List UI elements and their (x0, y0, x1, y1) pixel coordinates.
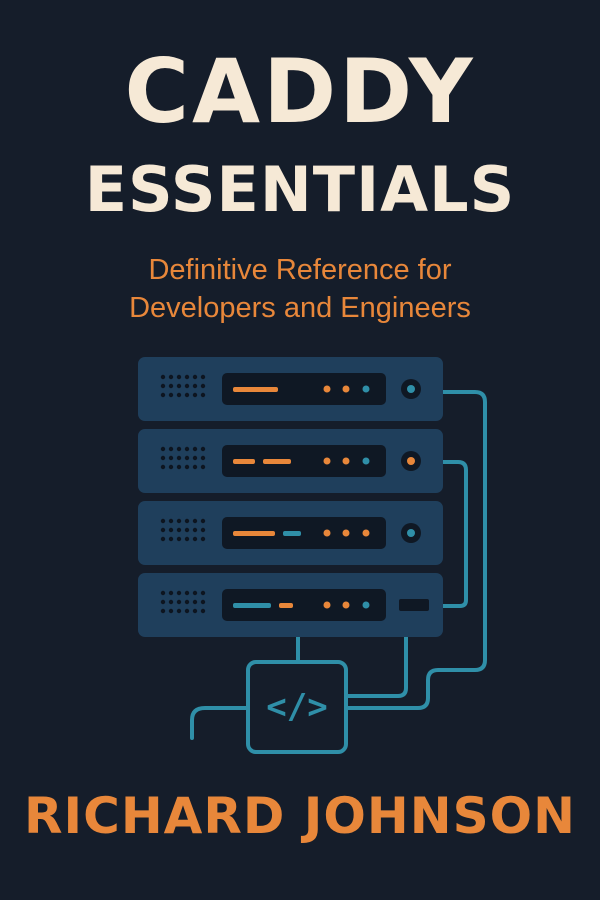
code-icon: </> (246, 660, 348, 754)
server-unit-4 (138, 573, 443, 637)
book-title-line-2: ESSENTIALS (84, 153, 516, 226)
book-title-line-1: CADDY (124, 40, 476, 143)
book-subtitle-line-2: Developers and Engineers (129, 292, 471, 324)
cable-4 (190, 706, 250, 740)
server-unit-3 (138, 501, 443, 565)
server-unit-1 (138, 357, 443, 421)
server-unit-2 (138, 429, 443, 493)
book-cover: CADDY ESSENTIALS Definitive Reference fo… (0, 0, 600, 900)
code-symbol: </> (266, 687, 327, 727)
book-subtitle-line-1: Definitive Reference for (148, 254, 452, 286)
cable-2 (441, 460, 468, 608)
cable-3 (344, 634, 408, 698)
server-rack-illustration: </> (138, 357, 487, 754)
author-name: RICHARD JOHNSON (24, 787, 576, 845)
